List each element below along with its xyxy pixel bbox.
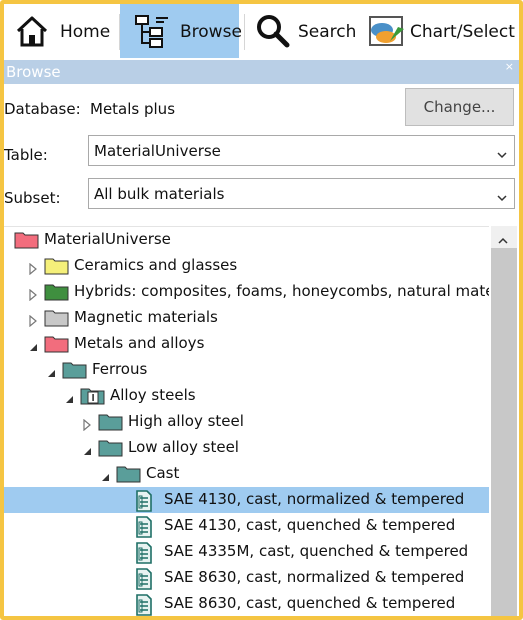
scrollbar-thumb[interactable] [491, 248, 517, 616]
expand-arrow-icon[interactable] [28, 260, 38, 276]
collapse-arrow-icon[interactable] [64, 390, 74, 403]
subset-label: Subset: [4, 189, 61, 207]
folder-teal-icon [98, 412, 124, 436]
collapse-arrow-icon[interactable] [82, 442, 92, 455]
tree-row-label: MaterialUniverse [44, 230, 171, 248]
close-icon[interactable]: × [505, 55, 514, 79]
folder-red-icon [44, 334, 70, 358]
tree-row-label: Metals and alloys [74, 334, 205, 352]
tree-row[interactable]: MaterialUniverse [4, 227, 489, 253]
table-select[interactable]: MaterialUniverse [88, 135, 515, 166]
chart-select-icon [368, 13, 406, 53]
tree-row-label: Hybrids: composites, foams, honeycombs, … [74, 282, 489, 300]
change-database-button[interactable]: Change... [405, 88, 514, 126]
folder-gray-icon [44, 308, 70, 332]
expand-arrow-icon[interactable] [28, 312, 38, 328]
chart-select-label: Chart/Select [410, 22, 515, 42]
folder-red-icon [14, 230, 40, 254]
datasheet-icon [134, 594, 154, 616]
toolbar-divider [244, 14, 245, 50]
chevron-down-icon [496, 188, 508, 207]
folder-teal-icon [62, 360, 88, 384]
tree-row[interactable]: SAE 4130, cast, quenched & tempered [4, 513, 489, 539]
tree-row[interactable]: Hybrids: composites, foams, honeycombs, … [4, 279, 489, 305]
tree-row-label: SAE 4130, cast, normalized & tempered [164, 490, 465, 508]
tree-row[interactable]: SAE 8630, cast, quenched & tempered [4, 591, 489, 616]
browse-panel-header: Browse × [4, 60, 519, 84]
database-value: Metals plus [90, 100, 176, 118]
material-tree: MaterialUniverse Ceramics and glasses Hybr… [4, 226, 489, 616]
collapse-arrow-icon[interactable] [28, 338, 38, 351]
tree-row-label: Magnetic materials [74, 308, 218, 326]
tree-row[interactable]: Alloy steels [4, 383, 489, 409]
tree-row-label: SAE 4130, cast, quenched & tempered [164, 516, 456, 534]
tree-row[interactable]: SAE 8630, cast, normalized & tempered [4, 565, 489, 591]
tree-row[interactable]: Magnetic materials [4, 305, 489, 331]
tree-row-label: Low alloy steel [128, 438, 239, 456]
tree-row[interactable]: Ferrous [4, 357, 489, 383]
tree-row[interactable]: Low alloy steel [4, 435, 489, 461]
subset-select[interactable]: All bulk materials [88, 178, 515, 209]
panel-title: Browse [6, 63, 61, 81]
tree-row-label: Ceramics and glasses [74, 256, 238, 274]
home-button[interactable]: Home [4, 4, 116, 58]
home-label: Home [60, 22, 111, 42]
tree-row[interactable]: Cast [4, 461, 489, 487]
folder-teal-icon [98, 438, 124, 462]
main-toolbar: Home Browse Search Chart/Select [4, 4, 519, 58]
folder-info-icon [80, 386, 106, 410]
tree-scrollbar[interactable] [491, 226, 517, 616]
tree-row[interactable]: Ceramics and glasses [4, 253, 489, 279]
tree-row[interactable]: Metals and alloys [4, 331, 489, 357]
search-label: Search [298, 22, 357, 42]
tree-row-label: Ferrous [92, 360, 148, 378]
tree-row-label: SAE 8630, cast, normalized & tempered [164, 568, 465, 586]
collapse-arrow-icon[interactable] [46, 364, 56, 377]
app-window: Home Browse Search Chart/Select Browse ×… [0, 0, 523, 620]
tree-row-label: Alloy steels [110, 386, 196, 404]
browse-tree-icon [134, 13, 172, 53]
subset-select-value: All bulk materials [94, 185, 225, 203]
search-icon [255, 13, 291, 53]
home-icon [14, 13, 50, 53]
chart-select-button[interactable]: Chart/Select [364, 4, 519, 58]
tree-row-label: SAE 8630, cast, quenched & tempered [164, 594, 456, 612]
folder-green-icon [44, 282, 70, 306]
tree-row[interactable]: SAE 4335M, cast, quenched & tempered [4, 539, 489, 565]
database-label: Database: [4, 100, 81, 118]
browse-button[interactable]: Browse [120, 4, 242, 58]
folder-teal-icon [116, 464, 142, 488]
expand-arrow-icon[interactable] [28, 286, 38, 302]
folder-yellow-icon [44, 256, 70, 280]
search-button[interactable]: Search [249, 4, 359, 58]
tree-row-label: SAE 4335M, cast, quenched & tempered [164, 542, 469, 560]
tree-row-label: High alloy steel [128, 412, 244, 430]
table-label: Table: [4, 146, 48, 164]
tree-row[interactable]: SAE 4130, cast, normalized & tempered [4, 487, 489, 513]
collapse-arrow-icon[interactable] [100, 468, 110, 481]
expand-arrow-icon[interactable] [82, 416, 92, 432]
table-select-value: MaterialUniverse [94, 142, 221, 160]
tree-row[interactable]: High alloy steel [4, 409, 489, 435]
tree-row-label: Cast [146, 464, 180, 482]
chevron-down-icon [496, 145, 508, 164]
browse-label: Browse [180, 22, 242, 42]
